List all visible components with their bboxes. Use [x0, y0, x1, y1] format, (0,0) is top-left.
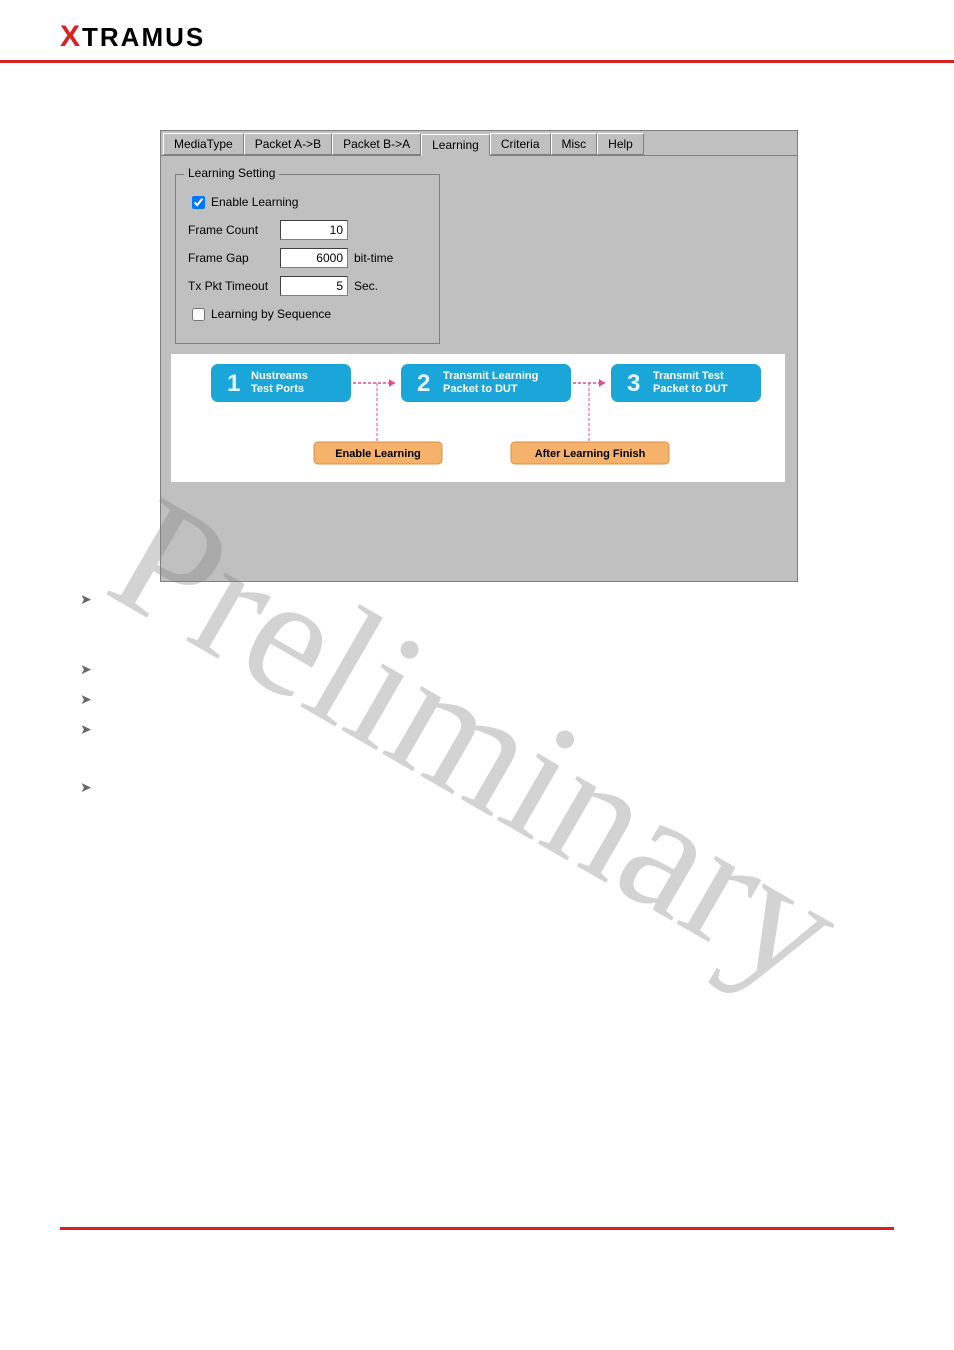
- group-title: Learning Setting: [184, 166, 279, 180]
- enable-learning-checkbox[interactable]: [192, 196, 205, 209]
- bullet-4: ➤: [80, 722, 92, 736]
- enable-learning-row: Enable Learning: [188, 191, 427, 213]
- frame-count-input[interactable]: [280, 220, 348, 240]
- diagram-svg: 1 Nustreams Test Ports 2 Transmit Learni…: [171, 354, 785, 482]
- tab-misc[interactable]: Misc: [551, 133, 598, 155]
- step3-line2: Packet to DUT: [653, 383, 728, 395]
- frame-gap-input[interactable]: [280, 248, 348, 268]
- tab-mediatype[interactable]: MediaType: [163, 133, 244, 155]
- step2-line1: Transmit Learning: [443, 370, 538, 382]
- step1-line1: Nustreams: [251, 370, 308, 382]
- learning-diagram: 1 Nustreams Test Ports 2 Transmit Learni…: [171, 354, 787, 482]
- logo: XTRAMUS: [60, 22, 205, 52]
- bullet-list: ➤ ➤ ➤ ➤ ➤: [80, 592, 92, 794]
- learning-setting-group: Learning Setting Enable Learning Frame C…: [175, 174, 440, 344]
- tab-bar: MediaType Packet A->B Packet B->A Learni…: [161, 131, 797, 156]
- tx-timeout-row: Tx Pkt Timeout Sec.: [188, 275, 427, 297]
- step1-number: 1: [227, 370, 240, 397]
- bullet-2: ➤: [80, 662, 92, 676]
- step3-number: 3: [627, 370, 640, 397]
- bullet-1: ➤: [80, 592, 92, 606]
- tx-timeout-label: Tx Pkt Timeout: [188, 279, 280, 293]
- tab-criteria[interactable]: Criteria: [490, 133, 551, 155]
- tx-timeout-input[interactable]: [280, 276, 348, 296]
- logo-x: X: [60, 20, 82, 53]
- bullet-5: ➤: [80, 780, 92, 794]
- learning-by-sequence-checkbox[interactable]: [192, 308, 205, 321]
- frame-count-row: Frame Count: [188, 219, 427, 241]
- step3-line1: Transmit Test: [653, 370, 724, 382]
- tab-help[interactable]: Help: [597, 133, 644, 155]
- bottom-label-1: Enable Learning: [335, 448, 421, 460]
- tx-timeout-unit: Sec.: [354, 279, 378, 293]
- frame-count-label: Frame Count: [188, 223, 280, 237]
- step1-line2: Test Ports: [251, 383, 304, 395]
- bullet-3: ➤: [80, 692, 92, 706]
- learning-by-sequence-label: Learning by Sequence: [211, 307, 331, 321]
- bottom-label-2: After Learning Finish: [535, 448, 646, 460]
- footer-rule: [60, 1227, 894, 1230]
- step2-number: 2: [417, 370, 430, 397]
- frame-gap-unit: bit-time: [354, 251, 393, 265]
- frame-gap-row: Frame Gap bit-time: [188, 247, 427, 269]
- seq-row: Learning by Sequence: [188, 303, 427, 325]
- logo-rest: TRAMUS: [82, 22, 205, 52]
- step2-line2: Packet to DUT: [443, 383, 518, 395]
- tab-learning[interactable]: Learning: [421, 134, 490, 156]
- enable-learning-label: Enable Learning: [211, 195, 298, 209]
- settings-panel: MediaType Packet A->B Packet B->A Learni…: [160, 130, 798, 582]
- page-header: XTRAMUS: [0, 0, 954, 63]
- tab-packet-b-a[interactable]: Packet B->A: [332, 133, 421, 155]
- frame-gap-label: Frame Gap: [188, 251, 280, 265]
- tab-packet-a-b[interactable]: Packet A->B: [244, 133, 332, 155]
